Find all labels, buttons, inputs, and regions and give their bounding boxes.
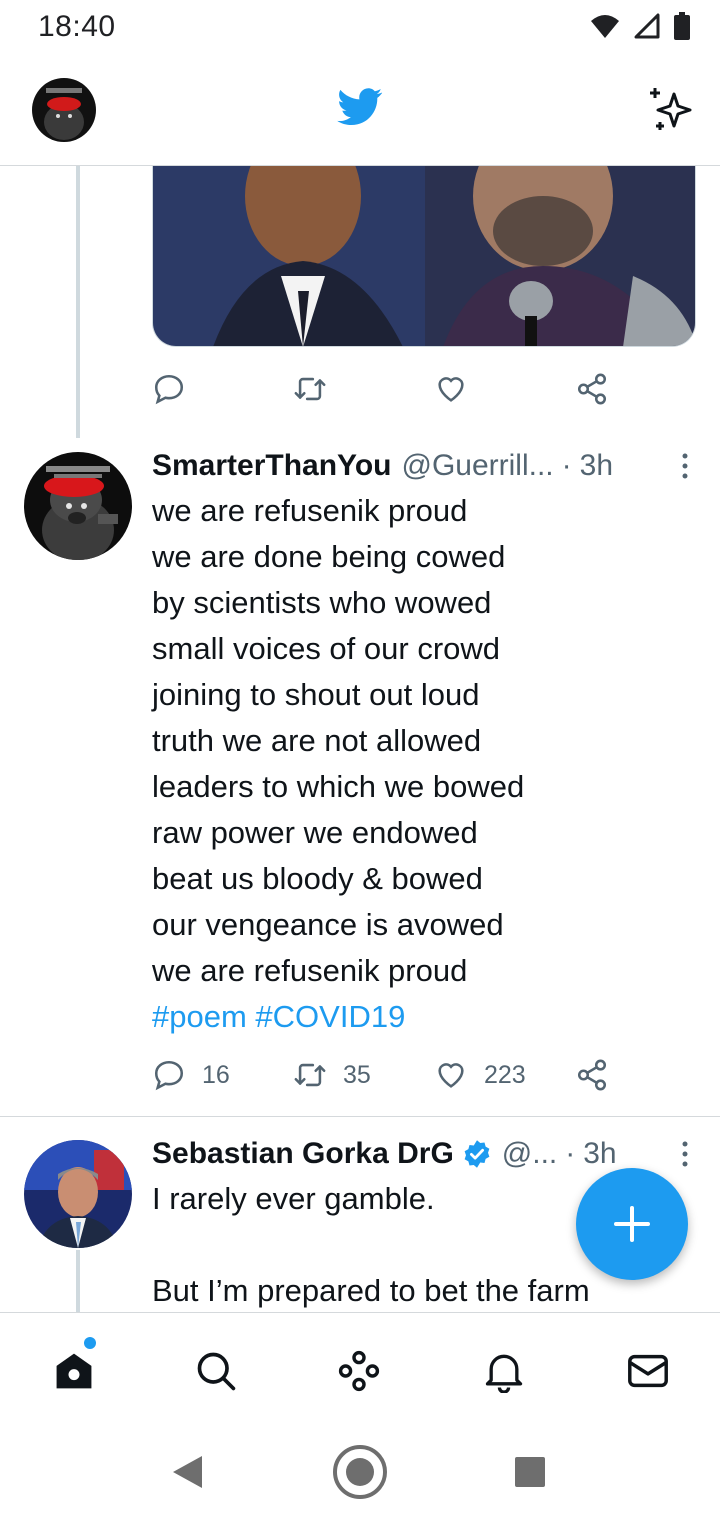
share-icon [577, 1059, 607, 1091]
tweet-line: beat us bloody & bowed [152, 861, 483, 896]
retweet-count: 35 [343, 1060, 371, 1089]
hashtag-link[interactable]: #poem [152, 999, 247, 1034]
tweet-line: we are done being cowed [152, 539, 506, 574]
tweet-author-handle[interactable]: @... [502, 1137, 557, 1171]
tweet-author-avatar[interactable] [24, 452, 132, 560]
tweet-author-name[interactable]: Sebastian Gorka DrG [152, 1137, 454, 1171]
like-button[interactable]: 223 [434, 1058, 575, 1092]
tweet-actions [152, 372, 716, 406]
retweet-button[interactable] [293, 372, 434, 406]
reply-icon [154, 374, 184, 405]
tweet-line: truth we are not allowed [152, 723, 482, 758]
status-bar: 18:40 [0, 0, 720, 56]
bell-icon [485, 1354, 523, 1393]
tweet-hashtags: #poem #COVID19 [152, 994, 692, 1040]
reply-button[interactable] [152, 372, 293, 406]
retweet-icon [294, 377, 326, 401]
profile-avatar[interactable] [32, 78, 96, 142]
tweet-line: joining to shout out loud [152, 677, 480, 712]
sparkle-icon[interactable] [646, 86, 694, 139]
tweet-author-handle[interactable]: @Guerrill... [402, 449, 554, 483]
system-navigation-bar [0, 1424, 720, 1520]
nav-search[interactable] [188, 1343, 244, 1399]
tweet-header: Sebastian Gorka DrG @... · 3h [152, 1134, 617, 1174]
tweet-line: raw power we endowed [152, 815, 478, 850]
separator-dot: · [565, 1137, 576, 1170]
home-icon [56, 1353, 92, 1389]
bottom-navigation [0, 1312, 720, 1424]
reply-icon [154, 1060, 184, 1091]
tweet-line: by scientists who wowed [152, 585, 492, 620]
reply-count: 16 [202, 1060, 230, 1089]
retweet-icon [294, 1063, 326, 1087]
tweet-line: we are refusenik proud [152, 493, 468, 528]
tweet-line: we are refusenik proud [152, 953, 468, 988]
nav-messages[interactable] [620, 1343, 676, 1399]
nav-home[interactable] [46, 1337, 102, 1399]
share-icon [577, 373, 607, 405]
status-time: 18:40 [38, 10, 116, 43]
more-options-icon[interactable] [680, 452, 690, 485]
share-button[interactable] [575, 372, 716, 406]
nav-notifications[interactable] [476, 1343, 532, 1399]
heart-icon [438, 377, 464, 402]
share-button[interactable] [575, 1058, 716, 1092]
tweet-author-avatar[interactable] [24, 1140, 132, 1248]
tweet-timestamp[interactable]: 3h [583, 1137, 616, 1171]
reply-button[interactable]: 16 [152, 1058, 293, 1092]
wifi-icon [590, 13, 620, 44]
verified-badge-icon [462, 1139, 492, 1169]
heart-icon [438, 1063, 464, 1088]
timeline-feed[interactable]: SmarterThanYou @Guerrill... · 3h we are … [0, 166, 720, 1312]
search-icon [197, 1352, 236, 1391]
tweet-line: small voices of our crowd [152, 631, 501, 666]
nav-spaces[interactable] [331, 1343, 387, 1399]
signal-icon [634, 13, 660, 44]
more-options-icon[interactable] [680, 1140, 690, 1173]
back-icon[interactable] [170, 1454, 204, 1495]
retweet-button[interactable]: 35 [293, 1058, 434, 1092]
spaces-icon [338, 1350, 380, 1392]
like-button[interactable] [434, 372, 575, 406]
thread-line [76, 1250, 80, 1312]
hashtag-link[interactable]: #COVID19 [255, 999, 405, 1034]
top-app-bar [0, 56, 720, 166]
mail-icon [628, 1354, 668, 1388]
tweet-line: leaders to which we bowed [152, 769, 525, 804]
tweet-header: SmarterThanYou @Guerrill... · 3h [152, 446, 613, 486]
twitter-bird-icon[interactable] [337, 88, 383, 131]
tweet-timestamp[interactable]: 3h [580, 449, 613, 483]
status-icons [590, 12, 690, 45]
tweet-actions: 16 35 223 [152, 1058, 716, 1092]
like-count: 223 [484, 1060, 526, 1089]
tweet-line: our vengeance is avowed [152, 907, 504, 942]
home-button-icon[interactable] [332, 1444, 388, 1505]
battery-icon [674, 12, 690, 45]
tweet-text: we are refusenik proud we are done being… [152, 488, 692, 1040]
tweet-author-name[interactable]: SmarterThanYou [152, 449, 392, 483]
new-content-dot [84, 1337, 96, 1349]
compose-tweet-button[interactable] [576, 1168, 688, 1280]
tweet-divider [0, 1116, 720, 1117]
recents-icon[interactable] [514, 1456, 546, 1493]
thread-line [76, 166, 80, 438]
separator-dot: · [561, 449, 572, 482]
tweet-media-image[interactable] [152, 166, 696, 347]
plus-icon [614, 1206, 650, 1242]
